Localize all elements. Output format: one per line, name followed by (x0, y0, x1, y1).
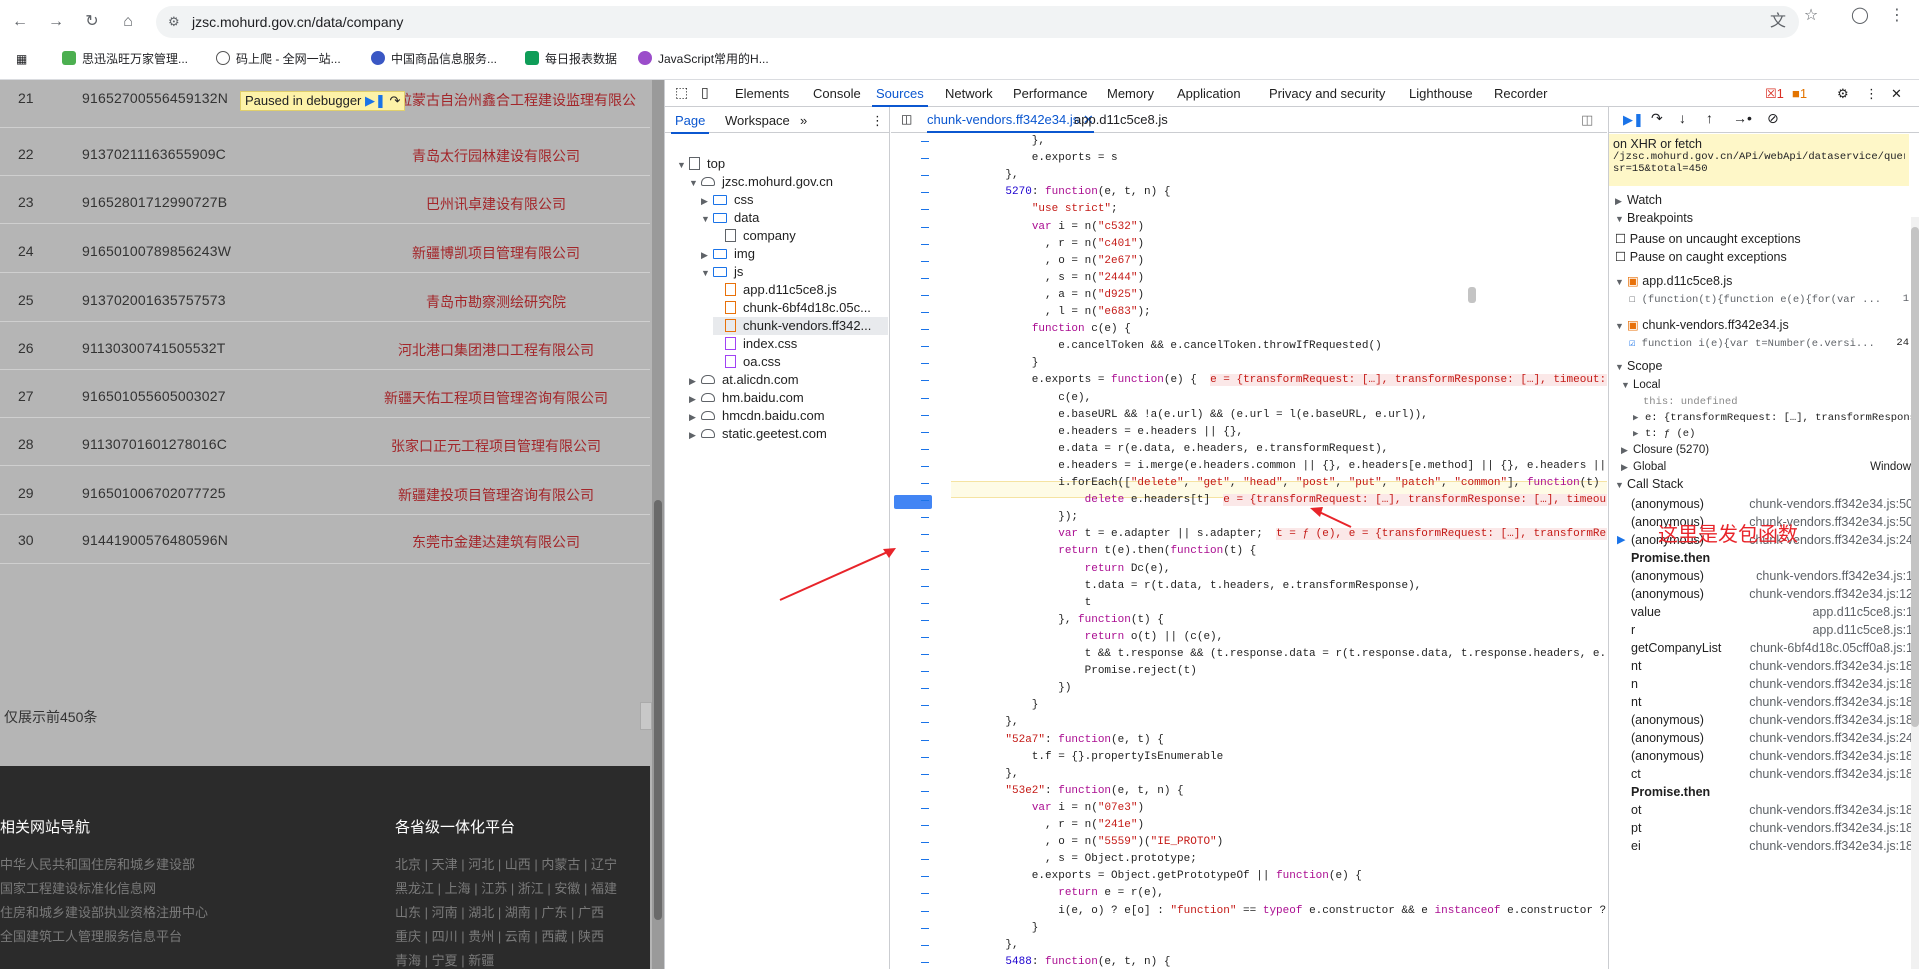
row-index: 23 (18, 194, 34, 210)
site-footer: 相关网站导航 各省级一体化平台 中华人民共和国住房和城乡建设部 国家工程建设标准化… (0, 766, 650, 969)
footer-link[interactable]: 国家工程建设标准化信息网 (0, 878, 156, 897)
row-index: 27 (18, 388, 34, 404)
row-index: 26 (18, 340, 34, 356)
row-company-name[interactable]: 新疆博凯项目管理有限公司 (346, 243, 646, 263)
menu-icon[interactable]: ⋮ (1885, 4, 1909, 28)
arrow-head (1310, 507, 1323, 517)
footer-province-links[interactable]: 重庆 | 四川 | 贵州 | 云南 | 西藏 | 陕西 (395, 926, 604, 945)
step-over-icon[interactable]: ↷ (390, 93, 401, 108)
table-row[interactable]: 30 91441900576480596N 东莞市金建达建筑有限公司 (0, 514, 650, 564)
footer-province-links[interactable]: 山东 | 河南 | 湖北 | 湖南 | 广东 | 广西 (395, 902, 604, 921)
row-company-name[interactable]: 东莞市金建达建筑有限公司 (346, 532, 646, 552)
pager[interactable] (640, 702, 652, 730)
table-row[interactable]: 26 91130300741505532T 河北港口集团港口工程有限公司 (0, 322, 650, 370)
bookmarks-bar: ▦ 思迅泓旺万家管理... 码上爬 - 全网一站... 中国商品信息服务... … (0, 44, 1919, 74)
bookmark-item[interactable]: JavaScript常用的H... (638, 50, 769, 68)
translate-icon[interactable]: 文 (1766, 10, 1790, 34)
home-icon[interactable]: ⌂ (116, 10, 140, 34)
row-credit-code: 91130701601278016C (82, 436, 228, 452)
row-company-name[interactable]: 青岛市勘察测绘研究院 (346, 292, 646, 312)
arrow-to-code (779, 549, 893, 601)
bookmark-favicon-icon (62, 51, 76, 65)
row-index: 28 (18, 436, 34, 452)
web-page: 21 91652700556459132N 博尔塔拉蒙古自治州鑫合工程建设监理有限公… (0, 80, 664, 969)
row-credit-code: 913702001635757573 (82, 292, 226, 308)
row-credit-code: 91652700556459132N (82, 90, 229, 106)
row-company-name[interactable]: 张家口正元工程项目管理有限公司 (346, 436, 646, 456)
row-company-name[interactable]: 新疆建投项目管理咨询有限公司 (346, 485, 646, 505)
table-row[interactable]: 27 916501055605003027 新疆天佑工程项目管理咨询有限公司 (0, 370, 650, 418)
table-row[interactable]: 22 91370211163655909C 青岛太行园林建设有限公司 (0, 128, 650, 176)
footer-link[interactable]: 全国建筑工人管理服务信息平台 (0, 926, 182, 945)
reload-icon[interactable]: ↻ (80, 10, 104, 34)
footer-link[interactable]: 中华人民共和国住房和城乡建设部 (0, 854, 195, 873)
table-row[interactable]: 24 91650100789856243W 新疆博凯项目管理有限公司 (0, 225, 650, 273)
bookmark-item[interactable]: 每日报表数据 (525, 50, 617, 68)
footer-prov-title: 各省级一体化平台 (395, 819, 516, 836)
table-row[interactable]: 29 916501006702077725 新疆建投项目管理咨询有限公司 (0, 467, 650, 515)
footer-link[interactable]: 住房和城乡建设部执业资格注册中心 (0, 902, 208, 921)
row-credit-code: 916501055605003027 (82, 388, 226, 404)
total-note: 仅展示前450条 (4, 709, 98, 725)
row-credit-code: 91652801712990727B (82, 194, 228, 210)
address-bar[interactable]: ⚙ jzsc.mohurd.gov.cn/data/company (156, 6, 1799, 38)
bookmark-item[interactable]: 码上爬 - 全网一站... (216, 50, 341, 68)
footer-province-links[interactable]: 北京 | 天津 | 河北 | 山西 | 内蒙古 | 辽宁 (395, 854, 617, 873)
paused-in-debugger-overlay: Paused in debugger ▶❚ ↷ (240, 91, 406, 111)
row-credit-code: 91441900576480596N (82, 532, 229, 548)
browser-toolbar: ← → ↻ ⌂ ⚙ jzsc.mohurd.gov.cn/data/company… (0, 0, 1919, 80)
bookmark-star-icon[interactable]: ☆ (1799, 4, 1823, 28)
page-scrollbar[interactable] (652, 80, 664, 969)
profile-icon[interactable]: ◯ (1848, 4, 1872, 28)
forward-icon[interactable]: → (44, 10, 68, 34)
row-company-name[interactable]: 青岛太行园林建设有限公司 (346, 146, 646, 166)
table-row[interactable]: 23 91652801712990727B 巴州讯卓建设有限公司 (0, 176, 650, 224)
bookmark-item[interactable]: 思迅泓旺万家管理... (62, 50, 188, 68)
annotation-arrows (779, 507, 1352, 601)
row-credit-code: 916501006702077725 (82, 485, 226, 501)
row-index: 30 (18, 532, 34, 548)
row-index: 22 (18, 146, 34, 162)
footer-nav-title: 相关网站导航 (0, 819, 91, 836)
row-credit-code: 91130300741505532T (82, 340, 226, 356)
row-company-name[interactable]: 新疆天佑工程项目管理咨询有限公司 (346, 388, 646, 408)
row-credit-code: 91370211163655909C (82, 146, 226, 162)
bookmark-item[interactable]: 中国商品信息服务... (371, 50, 497, 68)
bookmark-favicon-icon (371, 51, 385, 65)
row-credit-code: 91650100789856243W (82, 243, 232, 259)
devtools-panel: ⬚ ▯ Elements Console Sources Network Perform… (664, 80, 1919, 969)
table-row[interactable]: 28 91130701601278016C 张家口正元工程项目管理有限公司 (0, 418, 650, 466)
footer-province-links[interactable]: 黑龙江 | 上海 | 江苏 | 浙江 | 安徽 | 福建 (395, 878, 617, 897)
site-info-icon[interactable]: ⚙ (168, 6, 180, 38)
page-scroll-thumb[interactable] (654, 500, 662, 920)
row-index: 25 (18, 292, 34, 308)
row-index: 24 (18, 243, 34, 259)
apps-icon[interactable]: ▦ (16, 50, 27, 68)
resume-icon[interactable]: ▶❚ (365, 93, 386, 108)
row-index: 29 (18, 485, 34, 501)
row-company-name[interactable]: 巴州讯卓建设有限公司 (346, 194, 646, 214)
table-row[interactable]: 25 913702001635757573 青岛市勘察测绘研究院 (0, 274, 650, 322)
bookmark-favicon-icon (638, 51, 652, 65)
back-icon[interactable]: ← (8, 10, 32, 34)
bookmark-favicon-icon (216, 51, 230, 65)
bookmark-favicon-icon (525, 51, 539, 65)
row-company-name[interactable]: 河北港口集团港口工程有限公司 (346, 340, 646, 360)
footer-province-links[interactable]: 青海 | 宁夏 | 新疆 (395, 950, 494, 969)
row-index: 21 (18, 90, 34, 106)
